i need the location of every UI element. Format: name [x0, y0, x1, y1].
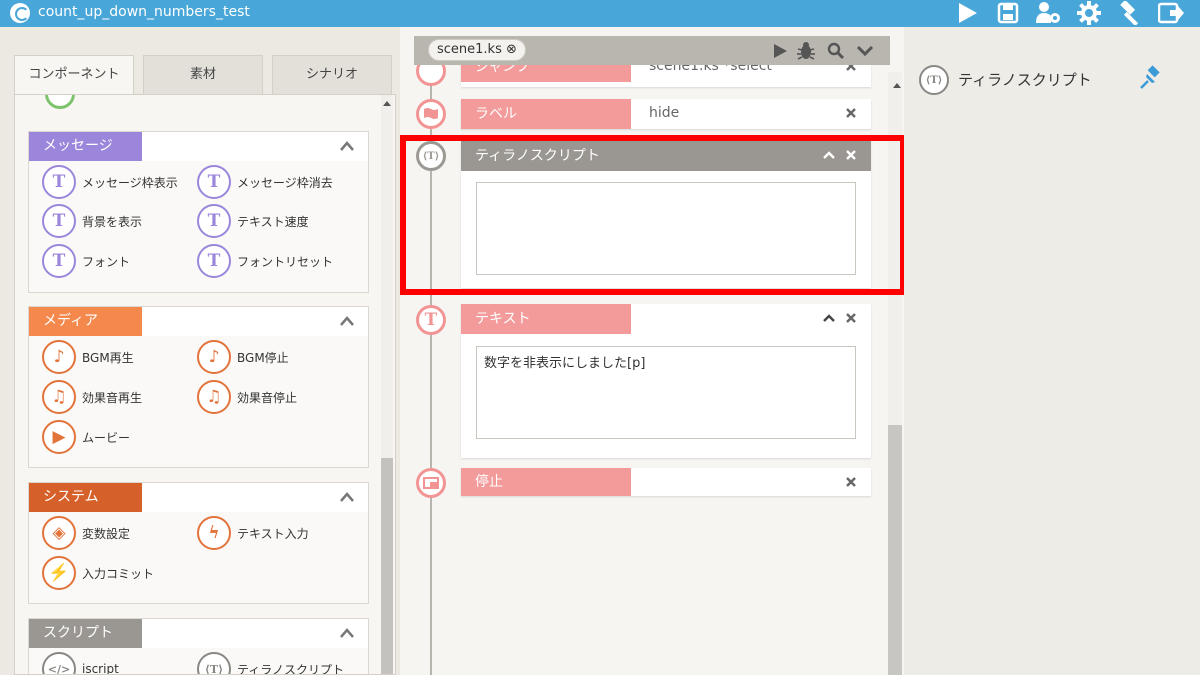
gear-icon[interactable] — [1076, 1, 1102, 25]
left-scrollbar[interactable] — [381, 95, 393, 674]
component-bgm-play[interactable]: ♪ BGM再生 — [42, 340, 134, 374]
category-media: メディア ♪ BGM再生 ♪ BGM停止 ♫ 効果音再生 ♫ 効果音停止 ▶ ムービー — [28, 306, 369, 468]
build-hammer-icon[interactable] — [1117, 1, 1143, 25]
se-stop-icon: ♫ — [197, 380, 231, 414]
tab-scenario[interactable]: シナリオ — [272, 55, 392, 94]
component-message-show[interactable]: T メッセージ枠表示 — [42, 165, 178, 199]
component-tyrano-script[interactable]: ⟨T⟩ ティラノスクリプト — [197, 652, 344, 674]
scroll-up-arrow-icon[interactable] — [893, 83, 901, 88]
script-textarea[interactable] — [476, 182, 856, 275]
title-bar: count_up_down_numbers_test — [0, 0, 1200, 27]
font-reset-icon: T — [197, 244, 231, 278]
scroll-thumb[interactable] — [381, 458, 393, 674]
component-list: メッセージ T メッセージ枠表示 T メッセージ枠消去 T 背景を表示 T テキスト速度… — [14, 94, 396, 675]
component-variable[interactable]: ◈ 変数設定 — [42, 516, 130, 550]
scroll-up-arrow-icon[interactable] — [383, 101, 391, 106]
block-label: 停止 — [461, 468, 631, 496]
component-se-play[interactable]: ♫ 効果音再生 — [42, 380, 142, 414]
tyrano-script-icon: ⟨T⟩ — [919, 65, 949, 95]
app-title: count_up_down_numbers_test — [38, 4, 250, 20]
category-system: システム ◈ 変数設定 ϟ テキスト入力 ⚡ 入力コミット — [28, 482, 369, 604]
block-tyrano-script[interactable]: ティラノスクリプト — [461, 141, 871, 288]
play-icon[interactable] — [954, 1, 980, 25]
chevron-up-icon[interactable] — [823, 150, 835, 160]
bgm-stop-icon: ♪ — [197, 340, 231, 374]
tab-components[interactable]: コンポーネント — [14, 55, 134, 95]
category-label: メッセージ — [29, 132, 142, 161]
tyrano-script-icon: ⟨T⟩ — [416, 141, 446, 171]
component-font[interactable]: T フォント — [42, 244, 130, 278]
variable-icon: ◈ — [42, 516, 76, 550]
search-icon[interactable] — [826, 41, 846, 61]
properties-title: ティラノスクリプト — [958, 71, 1092, 89]
component-iscript[interactable]: </> iscript — [42, 652, 119, 674]
category-label: メディア — [29, 307, 142, 336]
scene-bar-overlay: scene1.ks ⊗ — [414, 36, 890, 65]
movie-icon: ▶ — [42, 420, 76, 454]
block-value: hide — [649, 105, 680, 121]
category-message: メッセージ T メッセージ枠表示 T メッセージ枠消去 T 背景を表示 T テキスト速度… — [28, 131, 369, 293]
close-icon[interactable] — [845, 476, 857, 488]
component-bgm-stop[interactable]: ♪ BGM停止 — [197, 340, 289, 374]
chevron-up-icon[interactable] — [340, 627, 354, 639]
scroll-thumb[interactable] — [888, 425, 902, 675]
block-stop[interactable]: 停止 — [461, 468, 871, 496]
block-label: ラベル — [461, 99, 631, 129]
block-label: ティラノスクリプト — [461, 141, 871, 171]
app-logo-icon — [10, 3, 30, 23]
component-text-input[interactable]: ϟ テキスト入力 — [197, 516, 309, 550]
category-label: スクリプト — [29, 619, 142, 648]
component-input-commit[interactable]: ⚡ 入力コミット — [42, 556, 154, 590]
component-font-reset[interactable]: T フォントリセット — [197, 244, 333, 278]
chevron-up-icon[interactable] — [823, 313, 835, 323]
text-input-icon: ϟ — [197, 516, 231, 550]
se-play-icon: ♫ — [42, 380, 76, 414]
text-icon: T — [416, 305, 446, 335]
message-hide-icon: T — [197, 165, 231, 199]
component-message-hide[interactable]: T メッセージ枠消去 — [197, 165, 333, 199]
text-speed-icon: T — [197, 204, 231, 238]
user-settings-icon[interactable] — [1035, 1, 1061, 25]
chevron-up-icon[interactable] — [340, 140, 354, 152]
component-background-show[interactable]: T 背景を表示 — [42, 204, 142, 238]
component-panel: コンポーネント 素材 シナリオ メッセージ T メッセージ枠表示 T メッセージ枠消… — [14, 55, 396, 675]
close-icon[interactable] — [845, 107, 857, 119]
pin-icon[interactable] — [1138, 65, 1164, 91]
tab-materials[interactable]: 素材 — [143, 55, 263, 94]
flag-icon — [416, 99, 446, 129]
close-icon[interactable] — [845, 312, 857, 324]
close-tab-icon[interactable]: ⊗ — [506, 42, 517, 57]
scene-tab[interactable]: scene1.ks ⊗ — [428, 39, 526, 61]
debug-bug-icon[interactable] — [796, 41, 816, 61]
play-scene-icon[interactable] — [770, 41, 790, 61]
background-show-icon: T — [42, 204, 76, 238]
chevron-down-icon[interactable] — [855, 41, 875, 61]
component-movie[interactable]: ▶ ムービー — [42, 420, 130, 454]
category-label: システム — [29, 483, 142, 512]
message-show-icon: T — [42, 165, 76, 199]
text-textarea[interactable]: 数字を非表示にしました[p] — [476, 346, 856, 439]
partial-component-icon[interactable] — [45, 95, 75, 109]
block-label: テキスト — [461, 304, 631, 334]
code-icon: </> — [42, 652, 76, 674]
component-text-speed[interactable]: T テキスト速度 — [197, 204, 309, 238]
block-text[interactable]: テキスト 数字を非表示にしました[p] — [461, 304, 871, 458]
chevron-up-icon[interactable] — [340, 491, 354, 503]
tyrano-script-icon: ⟨T⟩ — [197, 652, 231, 674]
properties-panel: ⟨T⟩ ティラノスクリプト — [904, 27, 1200, 675]
font-icon: T — [42, 244, 76, 278]
export-icon[interactable] — [1158, 1, 1184, 25]
input-commit-icon: ⚡ — [42, 556, 76, 590]
block-label-hide[interactable]: ラベル hide — [461, 99, 871, 129]
stop-icon — [416, 468, 446, 498]
category-script: スクリプト </> iscript ⟨T⟩ ティラノスクリプト — [28, 618, 369, 674]
component-se-stop[interactable]: ♫ 効果音停止 — [197, 380, 297, 414]
save-icon[interactable] — [995, 1, 1021, 25]
close-icon[interactable] — [845, 149, 857, 161]
chevron-up-icon[interactable] — [340, 315, 354, 327]
bgm-play-icon: ♪ — [42, 340, 76, 374]
